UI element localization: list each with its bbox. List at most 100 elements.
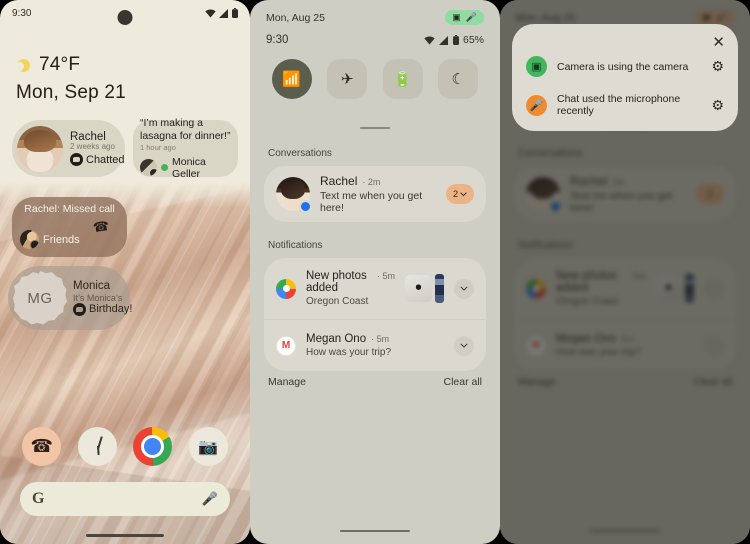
chevron-down-icon <box>460 286 468 291</box>
section-header-conversations: Conversations <box>268 148 332 159</box>
gear-icon[interactable]: ⚙ <box>711 58 724 75</box>
photo-thumbnail <box>405 275 432 302</box>
photo-thumbnails[interactable] <box>405 274 444 303</box>
battery-icon: 🔋 <box>393 71 413 88</box>
shade-footer: Manage Clear all <box>268 376 482 388</box>
missed-call-title: Rachel: Missed call <box>24 203 115 215</box>
signal-icon <box>219 8 228 18</box>
moon-icon: ☾ <box>451 71 465 88</box>
chrome-app-icon[interactable] <box>133 427 173 466</box>
app-dock: ☎ 📷 <box>0 427 250 466</box>
avatar <box>276 177 312 213</box>
privacy-item-microphone[interactable]: 🎤 Chat used the microphone recently ⚙ <box>526 93 724 117</box>
partly-sunny-icon <box>15 58 31 73</box>
message-count: 2 <box>452 188 459 200</box>
privacy-item-label: Camera is using the camera <box>557 60 689 73</box>
widget-monica-quote[interactable]: “I’m making a lasagna for dinner!” 1 hou… <box>133 117 238 180</box>
notifications-card: New photos added · 5m Oregon Coast M Meg… <box>264 258 486 371</box>
status-bar-icons <box>205 8 238 18</box>
gesture-nav-bar[interactable] <box>340 529 410 532</box>
privacy-dialog-panel: Mon, Aug 25 ▣ 🎤 9:30 65% <box>500 0 750 544</box>
notification-row-gmail[interactable]: M Megan Ono · 5m How was your trip? <box>264 319 486 371</box>
notification-title: Megan Ono <box>306 333 367 345</box>
home-screen-panel: 9:30 74°F Mon, Sep 21 Rachel 2 weeks ago… <box>0 0 250 544</box>
camera-glyph: 📷 <box>198 438 219 456</box>
shade-drag-handle[interactable] <box>360 127 390 129</box>
birthday-line-1: It’s Monica’s <box>73 292 123 303</box>
privacy-item-camera[interactable]: ▣ Camera is using the camera ⚙ <box>526 56 724 77</box>
clock-app-icon[interactable] <box>77 427 117 466</box>
avatar-initials: MG <box>13 271 67 325</box>
widget-missed-call[interactable]: Rachel: Missed call ☎ Friends <box>12 197 127 257</box>
message-preview: Text me when you get here! <box>320 190 423 214</box>
airplane-icon: ✈ <box>340 71 354 88</box>
signal-icon <box>438 35 448 45</box>
status-bar-time: 9:30 <box>12 7 32 19</box>
notification-subtitle: Oregon Coast <box>306 296 369 307</box>
camera-icon: ▣ <box>526 56 547 77</box>
timestamp: · 5m <box>376 271 395 281</box>
camera-app-icon[interactable]: 📷 <box>188 427 228 466</box>
birthday-line-2: Birthday! <box>89 303 133 316</box>
status-label: Chatted <box>86 153 125 166</box>
contact-name: Monica <box>73 279 111 292</box>
gear-icon[interactable]: ⚙ <box>711 97 724 114</box>
wifi-icon <box>424 35 435 44</box>
do-not-disturb-tile[interactable]: ☾ <box>438 59 479 99</box>
expand-button[interactable] <box>454 278 474 299</box>
clear-all-button[interactable]: Clear all <box>443 376 482 388</box>
phone-app-icon[interactable]: ☎ <box>22 427 62 466</box>
battery-icon <box>232 8 238 18</box>
message-bubble-icon <box>73 303 86 317</box>
camera-punch-hole <box>117 10 133 25</box>
missed-call-icon: ☎ <box>91 217 110 236</box>
chevron-down-icon <box>460 191 467 196</box>
weather-widget[interactable]: 74°F <box>15 54 80 76</box>
google-g-icon: G <box>32 490 45 507</box>
timestamp: · 2m <box>362 177 381 187</box>
shade-date-label: Mon, Aug 25 <box>266 11 325 24</box>
avatar <box>140 159 157 177</box>
shade-status-header: Mon, Aug 25 ▣ 🎤 9:30 65% <box>250 0 500 46</box>
privacy-dialog: ✕ ▣ Camera is using the camera ⚙ 🎤 Chat … <box>512 24 738 131</box>
timestamp: 2 weeks ago <box>70 142 115 152</box>
notification-subtitle: How was your trip? <box>306 347 392 358</box>
chevron-down-icon <box>460 343 468 348</box>
widget-rachel-chatted[interactable]: Rachel 2 weeks ago Chatted <box>12 120 125 177</box>
shade-status-icons: 65% <box>424 34 484 46</box>
camera-icon: ▣ <box>452 12 461 22</box>
date-label: Mon, Sep 21 <box>16 82 126 103</box>
battery-icon <box>452 35 459 45</box>
group-name: Friends <box>43 233 80 246</box>
airplane-mode-tile[interactable]: ✈ <box>327 59 368 99</box>
conversation-notification-card[interactable]: Rachel · 2m Text me when you get here! 2 <box>264 166 486 222</box>
gesture-nav-bar[interactable] <box>86 534 164 537</box>
timestamp: · 5m <box>371 334 390 344</box>
wifi-tile[interactable]: 📶 <box>271 59 312 99</box>
expand-button[interactable] <box>454 335 474 356</box>
microphone-icon[interactable]: 🎤 <box>202 491 218 507</box>
shade-time-label: 9:30 <box>266 34 289 46</box>
battery-saver-tile[interactable]: 🔋 <box>382 59 423 99</box>
sender-name: Rachel <box>320 174 358 188</box>
close-icon[interactable]: ✕ <box>712 35 725 50</box>
google-photos-icon <box>276 278 296 299</box>
microphone-icon: 🎤 <box>526 94 547 116</box>
messages-app-badge-icon <box>299 200 312 213</box>
notification-title: New photos added <box>306 270 367 294</box>
avatar <box>17 125 63 172</box>
photo-thumbnail <box>435 274 444 303</box>
widget-monica-birthday[interactable]: MG Monica It’s Monica’s Birthday! <box>8 266 133 330</box>
manage-button[interactable]: Manage <box>268 376 306 388</box>
battery-percent-label: 65% <box>462 34 484 46</box>
online-status-dot <box>161 164 168 172</box>
google-search-bar[interactable]: G 🎤 <box>20 482 230 516</box>
quote-text: “I’m making a lasagna for dinner!” <box>140 117 231 142</box>
privacy-indicator-pill[interactable]: ▣ 🎤 <box>445 10 484 25</box>
microphone-icon: 🎤 <box>465 12 477 22</box>
quick-settings-tiles: 📶 ✈ 🔋 ☾ <box>250 59 500 99</box>
timestamp: 1 hour ago <box>140 142 176 152</box>
message-count-expand-button[interactable]: 2 <box>446 184 474 204</box>
notification-shade-panel: Mon, Aug 25 ▣ 🎤 9:30 65% 📶 ✈ 🔋 ☾ Convers… <box>250 0 500 544</box>
notification-row-photos[interactable]: New photos added · 5m Oregon Coast <box>264 258 486 319</box>
